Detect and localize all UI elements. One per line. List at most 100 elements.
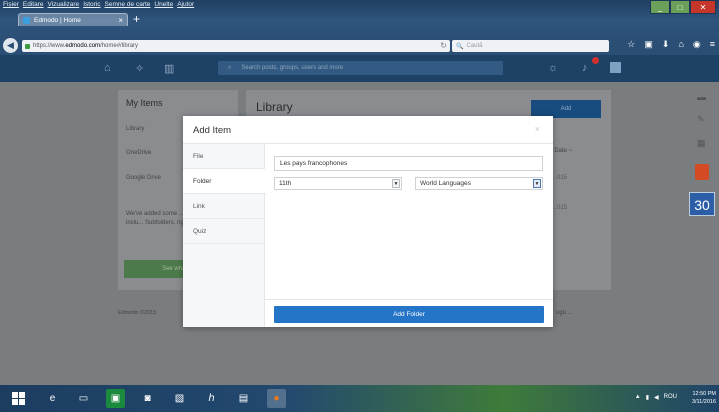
notification-badge <box>592 57 599 64</box>
maximize-button[interactable]: □ <box>670 0 690 14</box>
chevron-down-icon[interactable]: ▼ <box>392 179 400 188</box>
chevron-down-icon[interactable]: ▼ <box>533 179 541 188</box>
back-button[interactable]: ◀ <box>3 38 18 53</box>
url-host: edmodo.com <box>65 43 101 49</box>
url-text: https://www.edmodo.com/home#/library <box>33 43 138 49</box>
windows-start-icon[interactable] <box>12 392 25 405</box>
menu-help[interactable]: Ajutor <box>177 1 194 11</box>
library-row-date: ...015 <box>552 175 568 181</box>
bookmark-star-icon[interactable]: ☆ <box>627 39 635 50</box>
browser-titlebar: Fișier Editare Vizualizare Istoric Semne… <box>0 0 719 37</box>
menu-bookmarks[interactable]: Semne de carte <box>105 1 151 11</box>
notifications-icon[interactable]: ♪ <box>582 62 588 74</box>
my-items-google-drive[interactable]: Google Drive <box>126 175 161 181</box>
minimize-button[interactable]: _ <box>650 0 670 14</box>
tab-link[interactable]: Link <box>183 194 265 219</box>
grade-select-value: 11th <box>279 180 292 187</box>
tray-arrow-icon[interactable]: ▲ <box>635 394 641 401</box>
edmodo-search-placeholder: Search posts, groups, users and more <box>241 65 344 71</box>
system-tray: ▲ ▮ ◀ ROU <box>635 394 677 401</box>
menu-history[interactable]: Istoric <box>83 1 100 11</box>
edmodo-search-input[interactable]: ⌕ Search posts, groups, users and more <box>218 61 503 75</box>
progress-icon[interactable]: ✧ <box>135 62 144 75</box>
language-indicator[interactable]: ROU <box>664 394 677 401</box>
add-item-modal: Add Item × File Folder Link Quiz 11th ▼ … <box>183 116 553 327</box>
home-icon[interactable]: ⌂ <box>678 39 683 50</box>
library-title: Library <box>256 100 293 114</box>
clock-time: 12:50 PM <box>692 391 716 397</box>
home-icon[interactable]: ⌂ <box>104 62 111 74</box>
folder-form: 11th ▼ World Languages ▼ <box>265 144 553 299</box>
search-icon: ⌕ <box>228 64 232 71</box>
sync-icon[interactable]: ◉ <box>693 39 701 50</box>
add-folder-button[interactable]: Add Folder <box>274 306 544 323</box>
wrench-icon[interactable]: ✎ <box>697 114 705 125</box>
browser-menubar: Fișier Editare Vizualizare Istoric Semne… <box>3 1 194 11</box>
taskbar-clock[interactable]: 12:50 PM 3/11/2016 <box>692 390 716 406</box>
photos-app-icon[interactable]: ▧ <box>170 389 189 408</box>
edmodo-header: ⌂ ✧ ▥ ⌕ Search posts, groups, users and … <box>0 55 719 82</box>
url-prefix: https://www. <box>33 43 66 49</box>
subject-select[interactable]: World Languages ▼ <box>415 177 543 190</box>
volume-icon[interactable]: ◀ <box>654 394 659 401</box>
tab-quiz[interactable]: Quiz <box>183 219 265 244</box>
menu-edit[interactable]: Editare <box>23 1 44 11</box>
tab-file[interactable]: File <box>183 144 265 169</box>
new-tab-button[interactable]: + <box>133 12 140 26</box>
browser-tab[interactable]: Edmodo | Home × <box>18 13 128 26</box>
avatar[interactable] <box>610 62 621 73</box>
reading-list-icon[interactable]: ▣ <box>644 39 653 50</box>
windows-taskbar: e ▭ ▣ ◙ ▧ ℎ ▤ ● ▲ ▮ ◀ ROU 12:50 PM 3/11/… <box>0 385 719 412</box>
browser-toolbar-icons: ☆ ▣ ⬇ ⌂ ◉ ≡ <box>627 39 715 50</box>
my-items-library[interactable]: Library <box>126 126 144 132</box>
grade-select[interactable]: 11th ▼ <box>274 177 402 190</box>
search-icon: 🔍 <box>456 43 464 50</box>
tab-title: Edmodo | Home <box>34 16 81 24</box>
notes-app-icon[interactable]: ▤ <box>234 389 253 408</box>
edmodo-favicon-icon <box>23 16 30 24</box>
address-bar[interactable]: https://www.edmodo.com/home#/library ↻ <box>22 40 450 52</box>
hamburger-menu-icon[interactable]: ≡ <box>710 39 715 50</box>
modal-title: Add Item <box>193 125 232 136</box>
modal-header: Add Item × <box>183 116 553 144</box>
modal-footer: Add Folder <box>265 299 553 327</box>
browser-search-placeholder: Caută <box>466 43 483 49</box>
backpack-icon[interactable]: ▥ <box>164 62 174 75</box>
sidebar-panel-icon[interactable]: ▬ <box>697 92 706 102</box>
lock-icon <box>25 43 30 49</box>
internet-explorer-icon[interactable]: e <box>43 389 62 408</box>
camera-app-icon[interactable]: ◙ <box>138 389 157 408</box>
url-path: /home#/library <box>100 43 139 49</box>
footer-copyright: Edmodo ©2015 <box>118 310 157 316</box>
my-items-onedrive[interactable]: OneDrive <box>126 150 151 156</box>
store-icon[interactable]: ▣ <box>106 389 125 408</box>
folder-name-input[interactable] <box>274 156 543 171</box>
close-icon[interactable]: × <box>535 124 540 134</box>
download-icon[interactable]: ⬇ <box>662 39 670 50</box>
clock-date: 3/11/2016 <box>691 399 716 405</box>
window-controls: _ □ ✕ <box>650 0 716 14</box>
menu-view[interactable]: Vizualizare <box>48 1 80 11</box>
right-sidebar: ▬ ✎ ▦ 30 <box>685 92 719 216</box>
reload-icon[interactable]: ↻ <box>440 41 447 50</box>
browser-navbar: ◀ https://www.edmodo.com/home#/library ↻… <box>0 37 719 55</box>
item-type-nav: File Folder Link Quiz <box>183 144 266 327</box>
close-window-button[interactable]: ✕ <box>690 0 716 14</box>
file-explorer-icon[interactable]: ▭ <box>74 389 93 408</box>
subject-select-value: World Languages <box>420 180 471 187</box>
menu-file[interactable]: Fișier <box>3 1 19 11</box>
tab-close-icon[interactable]: × <box>118 16 123 25</box>
browser-search-input[interactable]: 🔍 Caută <box>452 40 609 52</box>
my-items-title: My Items <box>126 98 163 108</box>
calendar-icon[interactable]: 30 <box>689 192 715 216</box>
firefox-icon[interactable]: ● <box>267 389 286 408</box>
snapshot-icon[interactable]: ☼ <box>548 62 558 74</box>
hp-icon[interactable]: ℎ <box>202 389 221 408</box>
footer-language[interactable]: ugu ... <box>556 310 573 316</box>
tab-folder[interactable]: Folder <box>183 169 266 194</box>
office-icon[interactable] <box>695 164 709 180</box>
network-icon[interactable]: ▮ <box>646 394 649 401</box>
library-row-date: ...015 <box>552 205 568 211</box>
menu-tools[interactable]: Unelte <box>154 1 173 11</box>
grid-icon[interactable]: ▦ <box>697 138 706 149</box>
